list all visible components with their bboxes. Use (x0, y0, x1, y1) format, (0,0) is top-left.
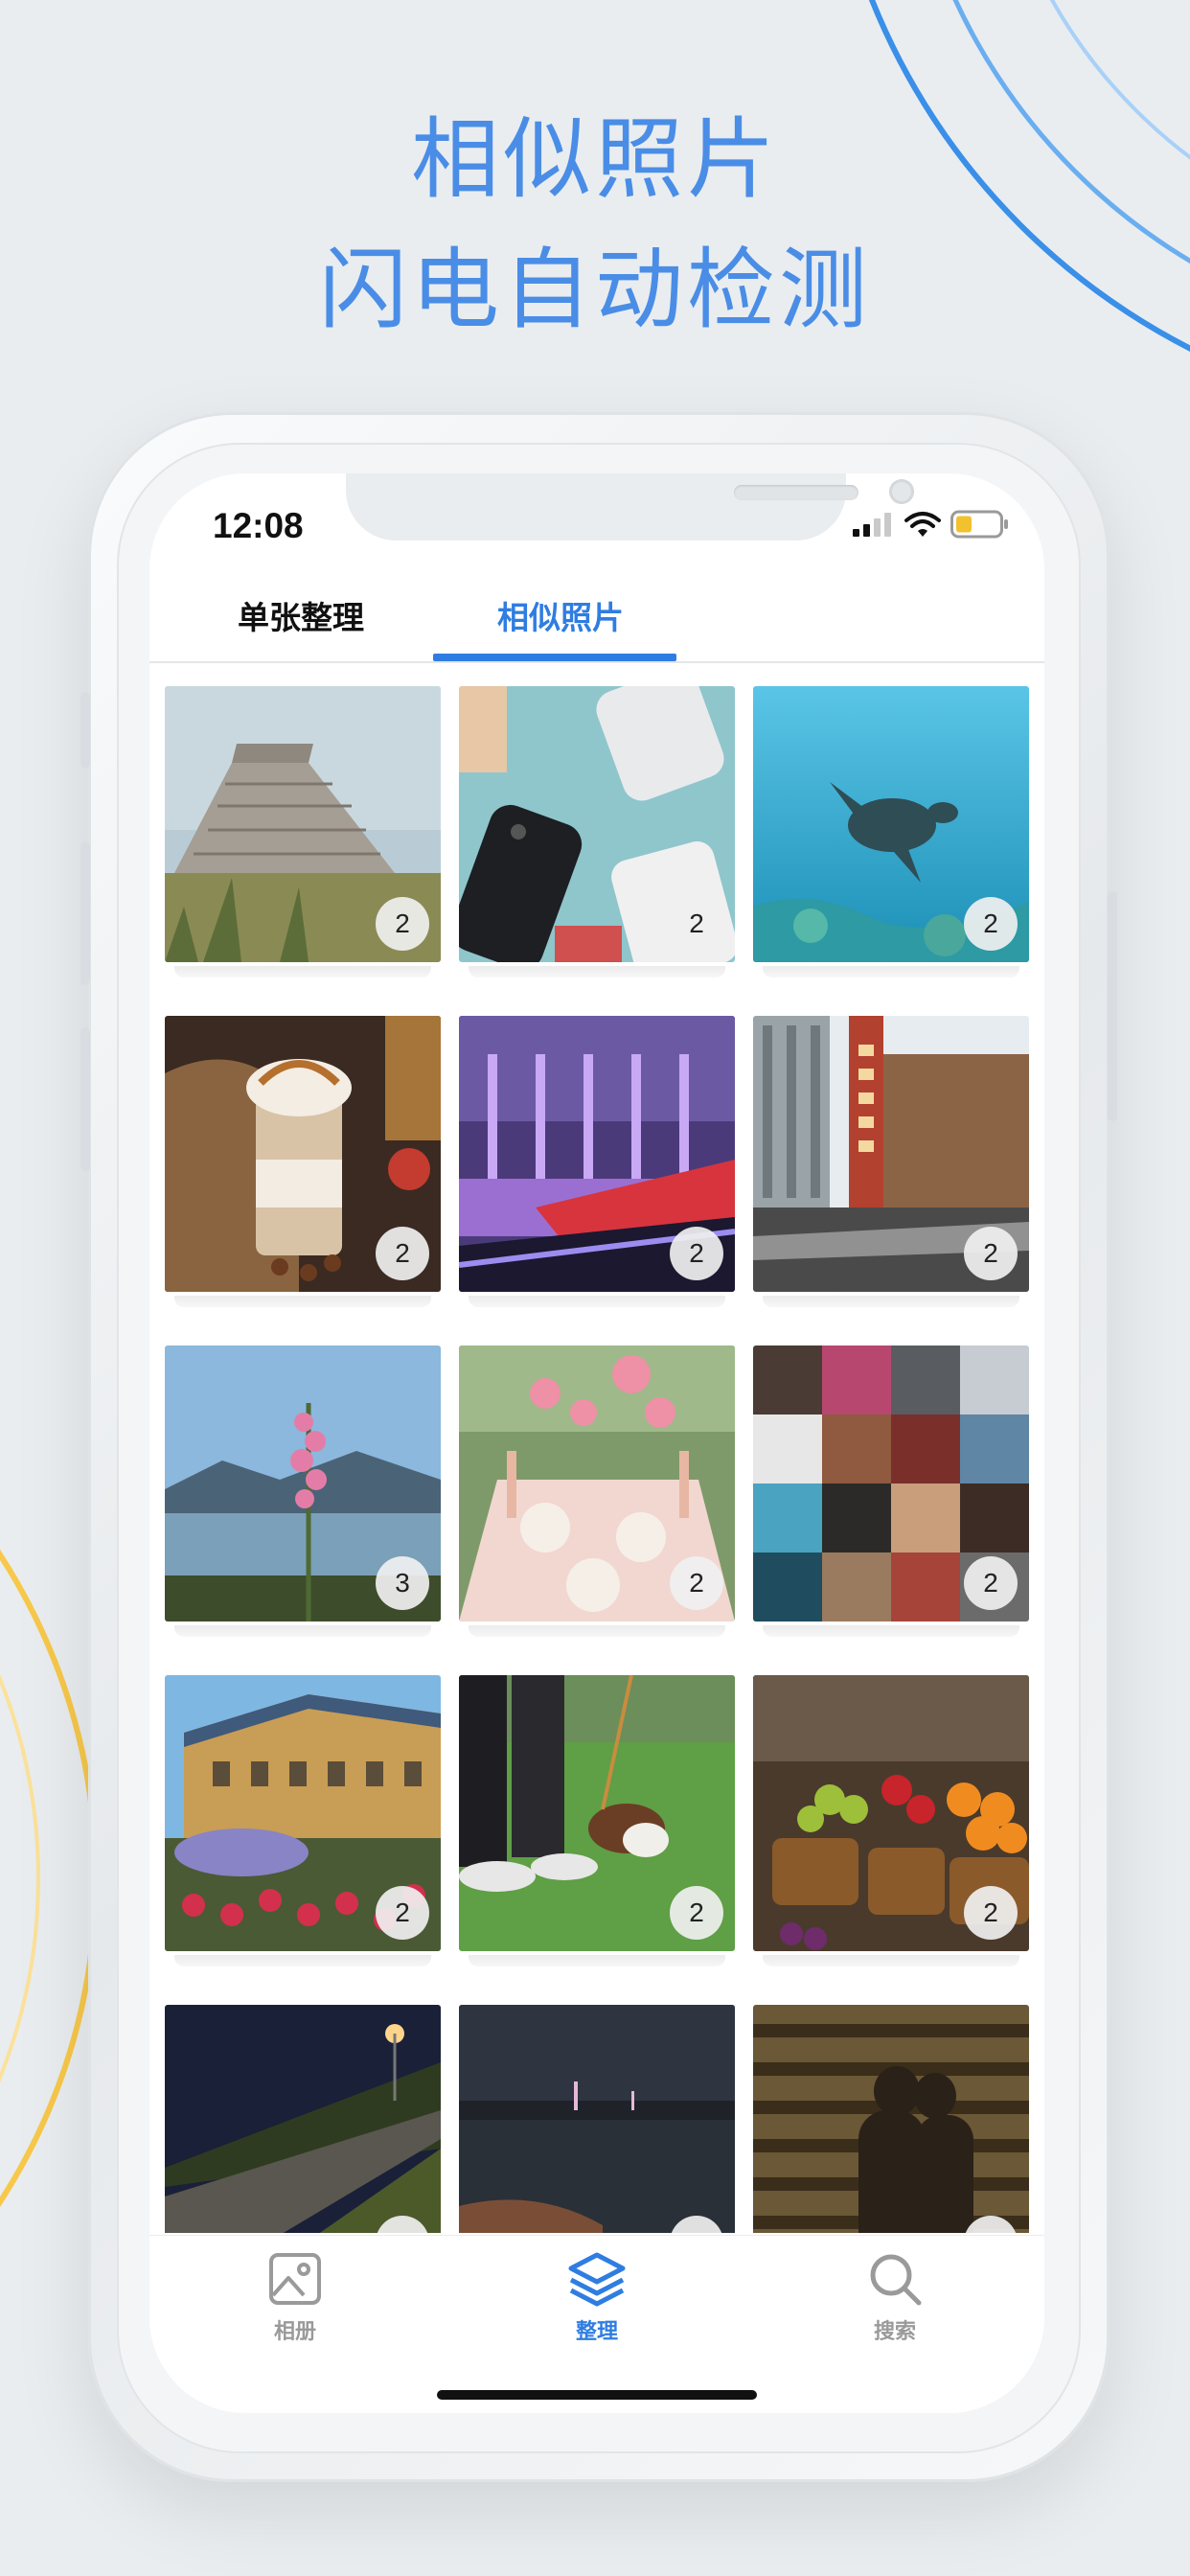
tile-shadow (174, 1296, 431, 1307)
photo-group-tile[interactable]: 2 (459, 1016, 735, 1292)
power-button (1108, 891, 1117, 1121)
app-screen: 12:08 单张整理 相似照片 2 2 2 2 2 2 3 2 2 2 2 2 … (149, 473, 1044, 2413)
photo-group-tile[interactable]: 2 (459, 686, 735, 962)
similar-count-badge: 2 (670, 1227, 723, 1280)
similar-count-badge: 2 (670, 1556, 723, 1610)
similar-count-badge: 2 (376, 1886, 429, 1940)
speaker-grille (734, 485, 858, 500)
nav-search-label: 搜索 (873, 2320, 916, 2344)
similar-photo-grid: 2 2 2 2 2 2 3 2 2 2 2 2 (165, 686, 1029, 2233)
photo-group-tile[interactable]: 3 (165, 1346, 441, 1622)
layers-icon (568, 2252, 626, 2307)
search-icon (870, 2254, 922, 2306)
photo-group-tile[interactable] (459, 2005, 735, 2233)
tile-shadow (469, 1296, 725, 1307)
similar-count-badge: 2 (670, 1886, 723, 1940)
photo-group-tile[interactable]: 2 (753, 1016, 1029, 1292)
volume-up-button (80, 841, 90, 985)
photo-group-tile[interactable]: 2 (165, 686, 441, 962)
tab-single-organize[interactable]: 单张整理 (238, 592, 364, 638)
similar-count-badge: 2 (964, 1886, 1018, 1940)
similar-count-badge: 3 (376, 1556, 429, 1610)
river-night-photo (459, 2005, 735, 2233)
front-camera (889, 479, 914, 504)
status-icons (853, 510, 1010, 539)
photo-group-tile[interactable]: 2 (753, 1675, 1029, 1951)
wifi-icon (904, 512, 941, 537)
tile-shadow (763, 1296, 1019, 1307)
battery-icon (950, 510, 1008, 539)
photo-group-tile[interactable]: 2 (165, 1675, 441, 1951)
photo-group-tile[interactable] (753, 2005, 1029, 2233)
tile-shadow (763, 1625, 1019, 1637)
tile-shadow (174, 1625, 431, 1637)
similar-count-badge: 2 (670, 897, 723, 951)
nav-album-label: 相册 (273, 2320, 316, 2344)
promo-headline-line1: 相似照片 (410, 108, 779, 211)
tile-shadow (469, 1955, 725, 1966)
similar-count-badge: 2 (376, 897, 429, 951)
similar-count-badge: 2 (964, 1227, 1018, 1280)
tile-shadow (763, 966, 1019, 978)
photo-group-tile[interactable]: 2 (459, 1346, 735, 1622)
home-indicator[interactable] (437, 2390, 757, 2400)
stairs-shadow-photo (753, 2005, 1029, 2233)
tile-shadow (469, 1625, 725, 1637)
image-icon (269, 2253, 321, 2305)
notch (346, 473, 914, 540)
segmented-tabs: 单张整理 相似照片 (149, 575, 1044, 663)
signal-icon (853, 513, 891, 537)
nav-album[interactable]: 相册 (238, 2251, 353, 2345)
tile-shadow (469, 966, 725, 978)
photo-group-tile[interactable]: 2 (753, 686, 1029, 962)
mute-switch (80, 692, 90, 769)
photo-group-tile[interactable] (165, 2005, 441, 2233)
night-road-photo (165, 2005, 441, 2233)
tile-shadow (174, 1955, 431, 1966)
photo-group-tile[interactable]: 2 (165, 1016, 441, 1292)
tile-shadow (174, 966, 431, 978)
active-tab-indicator (433, 654, 676, 661)
tile-shadow (763, 1955, 1019, 1966)
similar-count-badge: 2 (376, 1227, 429, 1280)
similar-count-badge: 2 (964, 897, 1018, 951)
volume-down-button (80, 1027, 90, 1171)
nav-search[interactable]: 搜索 (837, 2251, 952, 2345)
promo-headline-line2: 闪电自动检测 (318, 239, 871, 341)
tab-similar-photos[interactable]: 相似照片 (497, 592, 624, 638)
nav-organize-label: 整理 (575, 2320, 618, 2344)
bottom-tab-bar: 相册 整理 搜索 (149, 2235, 1044, 2413)
status-time: 12:08 (213, 506, 304, 545)
similar-count-badge: 2 (964, 1556, 1018, 1610)
photo-group-tile[interactable]: 2 (459, 1675, 735, 1951)
photo-group-tile[interactable]: 2 (753, 1346, 1029, 1622)
nav-organize[interactable]: 整理 (539, 2251, 654, 2345)
